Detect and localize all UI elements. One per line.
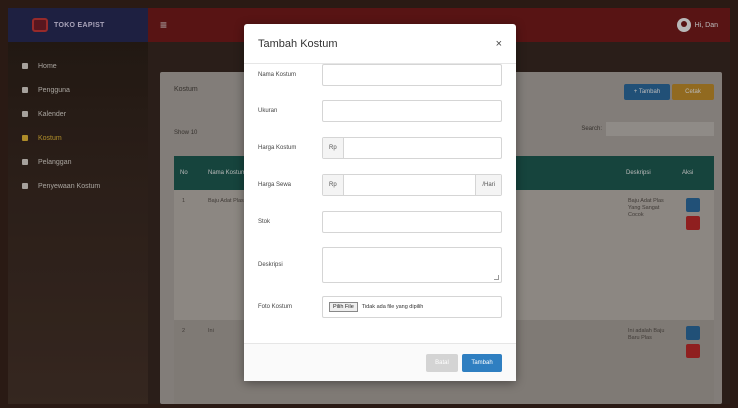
add-costume-modal: Tambah Kostum × Nama Kostum Ukuran Harga…: [244, 24, 516, 381]
stok-input[interactable]: [322, 211, 502, 233]
close-icon[interactable]: ×: [496, 38, 502, 50]
label-foto: Foto Kostum: [258, 304, 293, 310]
form-row-deskripsi: Deskripsi: [258, 247, 502, 283]
harga-sewa-input[interactable]: Rp /Hari: [322, 174, 502, 196]
ukuran-input[interactable]: [322, 100, 502, 122]
label-harga-sewa: Harga Sewa: [258, 182, 292, 188]
submit-button[interactable]: Tambah: [462, 354, 502, 372]
label-ukuran: Ukuran: [258, 108, 278, 114]
label-deskripsi: Deskripsi: [258, 262, 283, 268]
currency-prefix: Rp: [323, 175, 344, 195]
label-stok: Stok: [258, 219, 271, 225]
form-row-harga-sewa: Harga Sewa Rp /Hari: [258, 174, 502, 196]
form-row-foto: Foto Kostum Pilih File Tidak ada file ya…: [258, 296, 502, 318]
choose-file-button[interactable]: Pilih File: [329, 302, 358, 312]
nama-input[interactable]: [322, 64, 502, 86]
currency-prefix: Rp: [323, 138, 344, 158]
label-harga-kostum: Harga Kostum: [258, 145, 297, 151]
per-day-suffix: /Hari: [475, 175, 501, 195]
modal-header: Tambah Kostum ×: [244, 24, 516, 64]
label-nama: Nama Kostum: [258, 72, 297, 78]
form-row-nama: Nama Kostum: [258, 64, 502, 86]
modal-footer: Batal Tambah: [244, 343, 516, 381]
file-status: Tidak ada file yang dipilih: [361, 304, 424, 310]
form-row-ukuran: Ukuran: [258, 100, 502, 122]
cancel-button[interactable]: Batal: [426, 354, 458, 372]
modal-title: Tambah Kostum: [258, 37, 338, 50]
form-row-stok: Stok: [258, 211, 502, 233]
foto-file-input[interactable]: Pilih File Tidak ada file yang dipilih: [322, 296, 502, 318]
form-row-harga-kostum: Harga Kostum Rp: [258, 137, 502, 159]
harga-kostum-input[interactable]: Rp: [322, 137, 502, 159]
deskripsi-textarea[interactable]: [322, 247, 502, 283]
